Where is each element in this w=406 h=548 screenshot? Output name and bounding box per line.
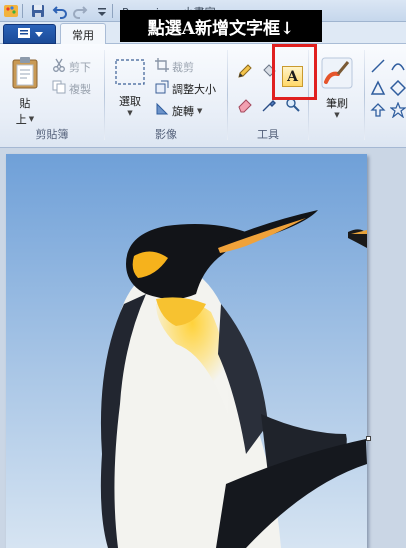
select-rectangle-icon bbox=[114, 58, 146, 89]
undo-icon[interactable] bbox=[52, 3, 68, 19]
paint-app-icon[interactable] bbox=[3, 3, 19, 19]
customize-quick-access-icon[interactable] bbox=[94, 3, 110, 19]
paste-button[interactable]: 貼 上 ▼ bbox=[8, 56, 42, 127]
scissors-icon bbox=[52, 58, 66, 75]
pencil-tool[interactable] bbox=[234, 62, 255, 83]
pencil-icon bbox=[237, 63, 253, 82]
chevron-down-icon bbox=[34, 28, 43, 41]
rotate-button[interactable]: 旋轉 ▼ bbox=[155, 102, 202, 119]
resize-label: 調整大小 bbox=[172, 82, 216, 96]
canvas-image[interactable] bbox=[6, 154, 367, 548]
crop-button[interactable]: 裁剪 bbox=[155, 58, 194, 75]
triangle-shape-icon[interactable] bbox=[370, 80, 386, 99]
tools-group-label: 工具 bbox=[257, 128, 279, 141]
brush-icon bbox=[320, 56, 354, 93]
rotate-label: 旋轉 bbox=[172, 104, 194, 118]
arrow-shape-icon[interactable] bbox=[370, 102, 386, 121]
penguin-photo bbox=[6, 154, 367, 548]
eraser-icon bbox=[237, 97, 253, 116]
clipboard-icon bbox=[10, 56, 40, 93]
instruction-banner: 點選A新增文字框↓ bbox=[120, 10, 322, 42]
separator bbox=[22, 4, 23, 18]
paste-label: 貼 bbox=[19, 97, 31, 110]
image-group: 選取 ▼ 裁剪 調整大小 旋轉 ▼ 影像 bbox=[105, 48, 227, 144]
brushes-label: 筆刷 bbox=[326, 97, 348, 110]
copy-icon bbox=[52, 80, 66, 97]
text-tool-highlight bbox=[272, 44, 317, 100]
diamond-shape-icon[interactable] bbox=[389, 79, 406, 99]
save-icon[interactable] bbox=[30, 3, 46, 19]
shapes-group bbox=[366, 48, 406, 144]
image-group-label: 影像 bbox=[155, 128, 177, 141]
clipboard-group: 貼 上 ▼ 剪下 複製 剪貼簿 bbox=[0, 48, 104, 144]
curve-shape-icon[interactable] bbox=[390, 58, 406, 77]
cut-button[interactable]: 剪下 bbox=[52, 58, 91, 75]
paste-label-row: 上 ▼ bbox=[16, 111, 34, 127]
ribbon: 貼 上 ▼ 剪下 複製 剪貼簿 選取 ▼ 裁剪 調整大小 旋轉 ▼ 影像 A 工… bbox=[0, 44, 406, 148]
paste-label-2: 上 bbox=[15, 113, 27, 126]
resize-icon bbox=[155, 80, 169, 97]
cut-label: 剪下 bbox=[69, 60, 91, 74]
group-separator bbox=[364, 50, 365, 140]
redo-icon[interactable] bbox=[72, 3, 88, 19]
brushes-button[interactable]: 筆刷 ▼ bbox=[317, 56, 357, 119]
eraser-tool[interactable] bbox=[234, 96, 255, 117]
select-button[interactable]: 選取 ▼ bbox=[111, 58, 149, 117]
file-menu-button[interactable] bbox=[3, 24, 56, 44]
file-menu-icon bbox=[17, 27, 31, 42]
select-label: 選取 bbox=[119, 95, 141, 108]
chevron-down-icon: ▼ bbox=[127, 109, 133, 117]
line-shape-icon[interactable] bbox=[370, 58, 386, 77]
copy-button[interactable]: 複製 bbox=[52, 80, 91, 97]
crop-icon bbox=[155, 58, 169, 75]
resize-button[interactable]: 調整大小 bbox=[155, 80, 216, 97]
separator bbox=[112, 4, 113, 18]
chevron-down-icon: ▼ bbox=[197, 106, 203, 115]
canvas-resize-handle[interactable] bbox=[366, 436, 371, 441]
rotate-icon bbox=[155, 102, 169, 119]
clipboard-group-label: 剪貼簿 bbox=[35, 128, 69, 141]
brushes-group: 筆刷 ▼ bbox=[309, 48, 363, 144]
crop-label: 裁剪 bbox=[172, 60, 194, 74]
chevron-down-icon: ▼ bbox=[334, 111, 340, 119]
star-shape-icon[interactable] bbox=[389, 101, 406, 121]
tab-home[interactable]: 常用 bbox=[60, 23, 106, 45]
chevron-down-icon: ▼ bbox=[28, 115, 35, 123]
copy-label: 複製 bbox=[69, 82, 91, 96]
